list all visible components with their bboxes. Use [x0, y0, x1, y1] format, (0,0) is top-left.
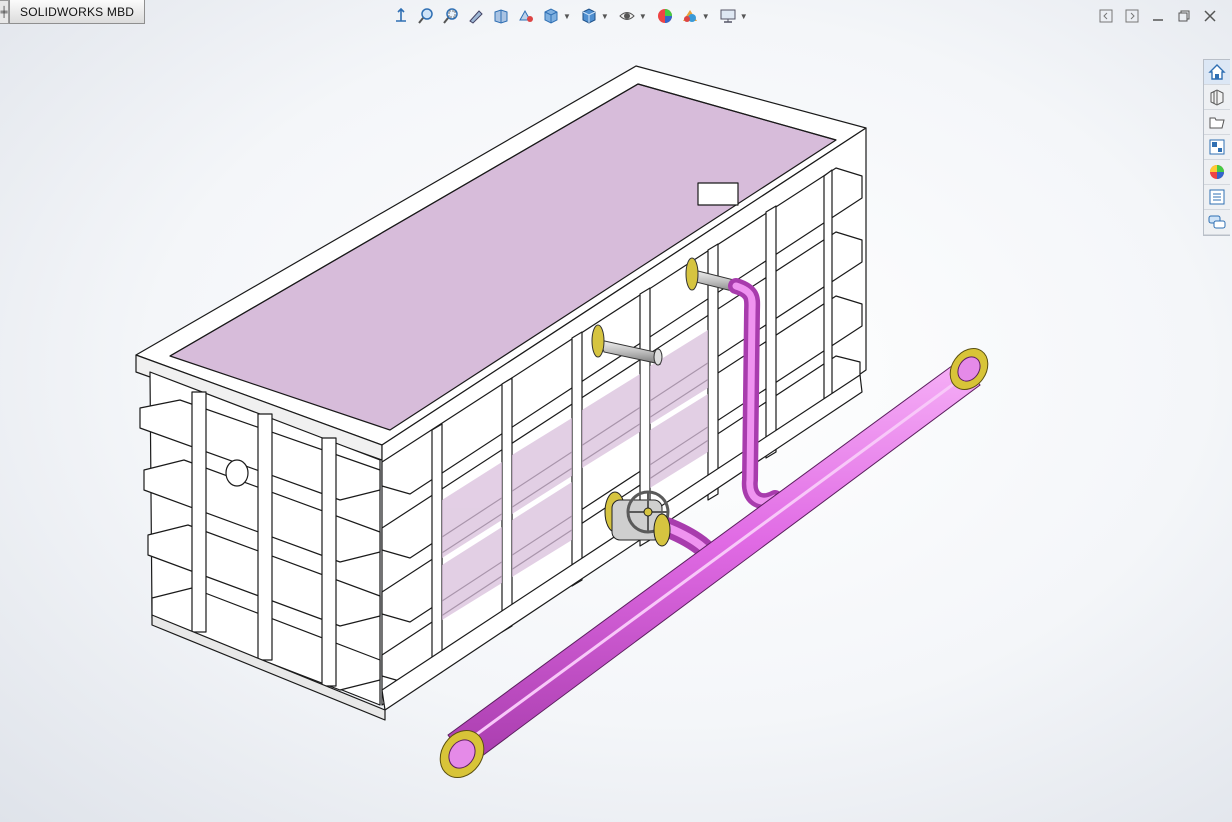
zoom-to-fit-icon[interactable] [415, 5, 437, 27]
design-library-icon[interactable] [1204, 85, 1230, 110]
close-icon[interactable] [1200, 6, 1220, 26]
hide-show-items-icon[interactable] [616, 5, 638, 27]
zoom-to-area-icon[interactable] [440, 5, 462, 27]
view-palette-icon[interactable] [1204, 135, 1230, 160]
view-settings-icon[interactable] [717, 5, 739, 27]
view-orientation-cube-icon[interactable] [540, 5, 562, 27]
view-orientation-icon[interactable] [390, 5, 412, 27]
tile-right-icon[interactable] [1122, 6, 1142, 26]
tab-scroll-glyph[interactable]: ╪ [0, 0, 9, 24]
edit-appearance-icon[interactable] [654, 5, 676, 27]
home-icon[interactable] [1204, 60, 1230, 85]
window-controls [1096, 6, 1220, 26]
task-pane [1203, 59, 1230, 236]
document-tab-strip: ╪ SOLIDWORKS MBD [0, 0, 146, 24]
chevron-down-icon[interactable]: ▼ [601, 12, 609, 21]
heads-up-view-toolbar: ▼ ▼ ▼ ▼ ▼ [390, 5, 752, 27]
section-view-icon[interactable] [490, 5, 512, 27]
tile-left-icon[interactable] [1096, 6, 1116, 26]
dynamic-annotation-icon[interactable] [515, 5, 537, 27]
display-style-icon[interactable] [578, 5, 600, 27]
solidworks-mbd-tab[interactable]: SOLIDWORKS MBD [9, 0, 146, 24]
appearances-scenes-icon[interactable] [1204, 160, 1230, 185]
graphics-area[interactable] [0, 0, 1232, 822]
chevron-down-icon[interactable]: ▼ [639, 12, 647, 21]
chevron-down-icon[interactable]: ▼ [740, 12, 748, 21]
chevron-down-icon[interactable]: ▼ [702, 12, 710, 21]
restore-icon[interactable] [1174, 6, 1194, 26]
forum-icon[interactable] [1204, 210, 1230, 235]
apply-scene-icon[interactable] [679, 5, 701, 27]
file-explorer-icon[interactable] [1204, 110, 1230, 135]
custom-properties-icon[interactable] [1204, 185, 1230, 210]
previous-view-icon[interactable] [465, 5, 487, 27]
chevron-down-icon[interactable]: ▼ [563, 12, 571, 21]
minimize-icon[interactable] [1148, 6, 1168, 26]
